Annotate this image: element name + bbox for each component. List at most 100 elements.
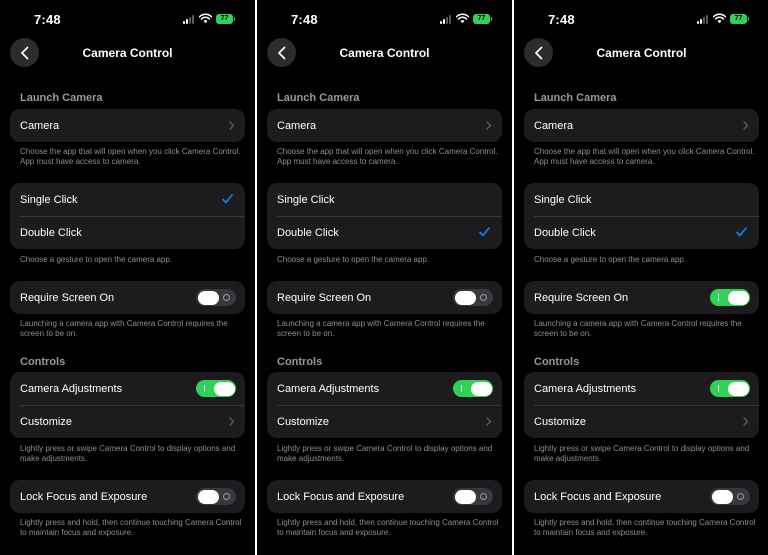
- wifi-icon: [199, 13, 212, 24]
- lock-focus-toggle[interactable]: [710, 488, 750, 505]
- toggle-on-mark-icon: [204, 385, 206, 392]
- toggle-knob: [727, 381, 749, 396]
- page-title: Camera Control: [596, 46, 687, 60]
- controls-footnote: Lightly press or swipe Camera Control to…: [277, 444, 493, 463]
- camera-app-row[interactable]: Camera: [524, 109, 759, 142]
- launch-camera-group: Camera: [524, 109, 759, 142]
- lock-focus-footnote: Lightly press and hold, then continue to…: [277, 518, 499, 537]
- launch-camera-footnote: Choose the app that will open when you c…: [20, 147, 241, 166]
- single-click-label: Single Click: [534, 193, 592, 206]
- cellular-signal-icon: [183, 15, 196, 24]
- camera-app-label: Camera: [20, 119, 60, 132]
- toggle-knob: [727, 290, 749, 305]
- require-screen-on-toggle[interactable]: [710, 289, 750, 306]
- double-click-row[interactable]: Double Click: [524, 216, 759, 249]
- require-screen-on-toggle[interactable]: [196, 289, 236, 306]
- gesture-group: Single Click Double Click: [10, 183, 245, 249]
- controls-group: Camera Adjustments Customize: [524, 372, 759, 438]
- chevron-right-icon: [229, 417, 235, 426]
- camera-adjustments-row: Camera Adjustments: [267, 372, 502, 405]
- camera-adjustments-toggle[interactable]: [453, 380, 493, 397]
- status-time: 7:48: [548, 12, 575, 27]
- status-time: 7:48: [291, 12, 318, 27]
- require-screen-on-row: Require Screen On: [10, 281, 245, 314]
- lock-focus-group: Lock Focus and Exposure: [10, 480, 245, 513]
- cellular-signal-icon: [440, 15, 453, 24]
- controls-group: Camera Adjustments Customize: [267, 372, 502, 438]
- require-screen-on-footnote: Launching a camera app with Camera Contr…: [277, 319, 485, 338]
- section-header-launch-camera: Launch Camera: [277, 92, 360, 104]
- gesture-footnote: Choose a gesture to open the camera app.: [534, 255, 687, 264]
- toggle-on-mark-icon: [461, 385, 463, 392]
- customize-label: Customize: [534, 415, 586, 428]
- lock-focus-footnote: Lightly press and hold, then continue to…: [20, 518, 242, 537]
- battery-icon: 77: [730, 14, 749, 24]
- launch-camera-footnote: Choose the app that will open when you c…: [277, 147, 498, 166]
- battery-icon: 77: [216, 14, 235, 24]
- section-header-controls: Controls: [20, 356, 66, 368]
- status-bar: 7:48 77: [257, 0, 512, 40]
- launch-camera-group: Camera: [10, 109, 245, 142]
- camera-adjustments-toggle[interactable]: [196, 380, 236, 397]
- require-screen-on-row: Require Screen On: [524, 281, 759, 314]
- toggle-on-mark-icon: [718, 385, 720, 392]
- single-click-row[interactable]: Single Click: [524, 183, 759, 216]
- double-click-label: Double Click: [20, 226, 82, 239]
- single-click-label: Single Click: [20, 193, 78, 206]
- double-click-row[interactable]: Double Click: [267, 216, 502, 249]
- lock-focus-row: Lock Focus and Exposure: [524, 480, 759, 513]
- single-click-label: Single Click: [277, 193, 335, 206]
- chevron-right-icon: [486, 121, 492, 130]
- toggle-knob: [711, 489, 733, 504]
- customize-row[interactable]: Customize: [524, 405, 759, 438]
- single-click-row[interactable]: Single Click: [10, 183, 245, 216]
- lock-focus-row: Lock Focus and Exposure: [267, 480, 502, 513]
- section-header-launch-camera: Launch Camera: [534, 92, 617, 104]
- wifi-icon: [713, 13, 726, 24]
- require-screen-on-group: Require Screen On: [267, 281, 502, 314]
- page-title: Camera Control: [339, 46, 430, 60]
- camera-app-label: Camera: [277, 119, 317, 132]
- require-screen-on-footnote: Launching a camera app with Camera Contr…: [534, 319, 742, 338]
- toggle-knob: [197, 290, 219, 305]
- chevron-right-icon: [743, 121, 749, 130]
- camera-adjustments-toggle[interactable]: [710, 380, 750, 397]
- lock-focus-toggle[interactable]: [196, 488, 236, 505]
- lock-focus-group: Lock Focus and Exposure: [267, 480, 502, 513]
- require-screen-on-footnote: Launching a camera app with Camera Contr…: [20, 319, 228, 338]
- toggle-on-mark-icon: [718, 294, 720, 301]
- toggle-knob: [454, 290, 476, 305]
- gesture-footnote: Choose a gesture to open the camera app.: [277, 255, 430, 264]
- double-click-label: Double Click: [277, 226, 339, 239]
- require-screen-on-toggle[interactable]: [453, 289, 493, 306]
- phone-screen: 7:48 77 Camera Control Launch Camera Cam…: [257, 0, 512, 555]
- toggle-off-mark-icon: [223, 493, 230, 500]
- launch-camera-group: Camera: [267, 109, 502, 142]
- section-header-launch-camera: Launch Camera: [20, 92, 103, 104]
- checkmark-icon: [222, 194, 233, 204]
- chevron-right-icon: [743, 417, 749, 426]
- toggle-off-mark-icon: [223, 294, 230, 301]
- gesture-group: Single Click Double Click: [524, 183, 759, 249]
- camera-app-row[interactable]: Camera: [267, 109, 502, 142]
- controls-group: Camera Adjustments Customize: [10, 372, 245, 438]
- lock-focus-toggle[interactable]: [453, 488, 493, 505]
- toggle-off-mark-icon: [480, 294, 487, 301]
- camera-app-row[interactable]: Camera: [10, 109, 245, 142]
- camera-adjustments-row: Camera Adjustments: [10, 372, 245, 405]
- section-header-controls: Controls: [277, 356, 323, 368]
- toggle-off-mark-icon: [480, 493, 487, 500]
- launch-camera-footnote: Choose the app that will open when you c…: [534, 147, 755, 166]
- require-screen-on-group: Require Screen On: [524, 281, 759, 314]
- double-click-row[interactable]: Double Click: [10, 216, 245, 249]
- section-header-controls: Controls: [534, 356, 580, 368]
- customize-row[interactable]: Customize: [267, 405, 502, 438]
- require-screen-on-group: Require Screen On: [10, 281, 245, 314]
- chevron-right-icon: [229, 121, 235, 130]
- toggle-off-mark-icon: [737, 493, 744, 500]
- customize-row[interactable]: Customize: [10, 405, 245, 438]
- controls-footnote: Lightly press or swipe Camera Control to…: [534, 444, 750, 463]
- single-click-row[interactable]: Single Click: [267, 183, 502, 216]
- phone-screen: 7:48 77 Camera Control Launch Camera Cam…: [514, 0, 768, 555]
- page-title: Camera Control: [82, 46, 173, 60]
